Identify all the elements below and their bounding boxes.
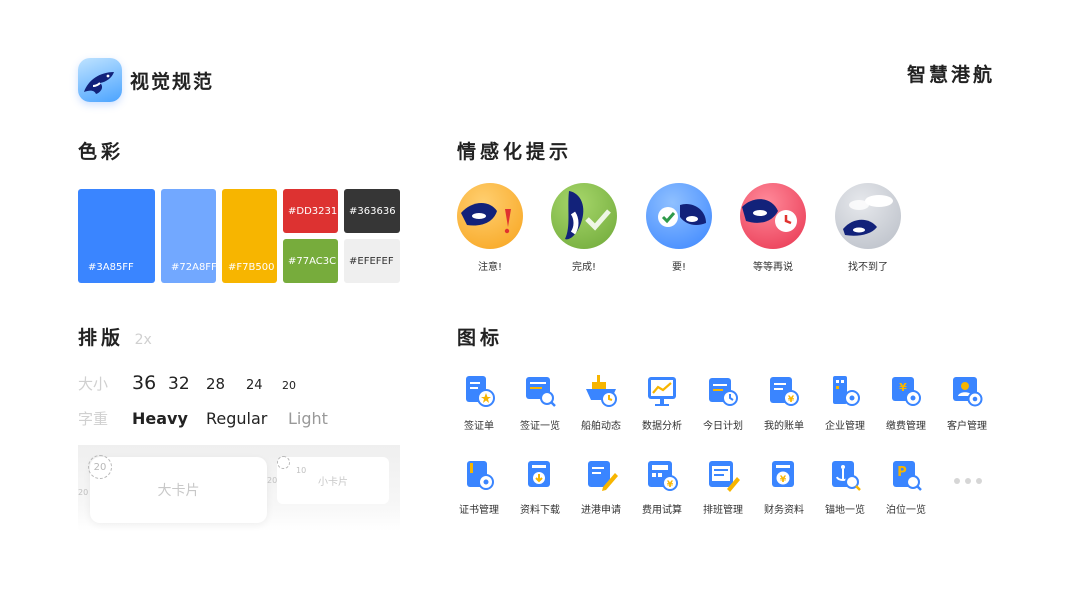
weight-heavy: Heavy — [132, 409, 188, 428]
company-manage-icon — [827, 373, 863, 409]
icon-schedule[interactable]: 排班管理 — [693, 457, 753, 516]
customer-manage-icon — [949, 373, 985, 409]
ship-status-icon — [583, 373, 619, 409]
success-orca-icon — [551, 183, 617, 249]
font-weight-row: 字重 Heavy Regular Light — [78, 408, 328, 429]
icon-visa-list[interactable]: 签证一览 — [510, 373, 570, 432]
color-swatch-primary: #3A85FF — [78, 189, 155, 283]
svg-text:¥: ¥ — [899, 381, 907, 394]
payment-manage-icon: ¥ — [888, 373, 924, 409]
gap-mid-label: 20 — [267, 476, 278, 485]
icon-company-manage[interactable]: 企业管理 — [815, 373, 875, 432]
color-swatch-light-blue: #72A8FF — [161, 189, 217, 283]
weight-light: Light — [288, 409, 328, 428]
small-card-radius: 10 — [296, 466, 307, 475]
today-plan-icon — [705, 373, 741, 409]
color-swatch-green: #77AC3C — [283, 239, 338, 283]
small-card-radius-marker — [277, 456, 290, 469]
icon-port-apply[interactable]: 进港申请 — [571, 457, 631, 516]
icon-download[interactable]: 资料下载 — [510, 457, 570, 516]
berth-icon: P — [888, 457, 924, 493]
icon-certificate-manage[interactable]: 证书管理 — [449, 457, 509, 516]
small-card: 小卡片 — [277, 457, 389, 504]
section-title-typography: 排版 2x — [78, 327, 152, 349]
big-card: 大卡片 — [90, 457, 267, 523]
size-label: 大小 — [78, 375, 109, 393]
card-spec-demo: 20 大卡片 20 20 小卡片 10 — [78, 445, 400, 531]
finance-icon: ¥ — [766, 457, 802, 493]
orca-logo-icon — [78, 58, 122, 102]
svg-text:P: P — [897, 465, 907, 480]
section-title-colors: 色彩 — [78, 141, 125, 163]
svg-text:¥: ¥ — [780, 475, 787, 485]
data-analysis-icon — [644, 373, 680, 409]
size-36: 36 — [132, 372, 157, 394]
icon-data-analysis[interactable]: 数据分析 — [632, 373, 692, 432]
ok-orca-icon — [646, 183, 712, 249]
typography-scale: 2x — [134, 332, 152, 348]
weight-regular: Regular — [206, 409, 268, 428]
clock-orca-icon — [740, 183, 806, 249]
emotion-not-found: 找不到了 — [835, 183, 901, 273]
my-bill-icon: ¥ — [766, 373, 802, 409]
size-24: 24 — [246, 378, 263, 393]
fee-calc-icon: ¥ — [644, 457, 680, 493]
gap-left-label: 20 — [78, 488, 89, 497]
icon-visa-form[interactable]: 签证单 — [449, 373, 509, 432]
visa-list-icon — [522, 373, 558, 409]
icon-today-plan[interactable]: 今日计划 — [693, 373, 753, 432]
weight-label: 字重 — [78, 410, 109, 428]
svg-text:¥: ¥ — [788, 395, 795, 405]
product-name: 智慧港航 — [906, 64, 995, 86]
download-icon — [522, 457, 558, 493]
not-found-orca-icon — [835, 183, 901, 249]
icon-anchorage[interactable]: 锚地一览 — [815, 457, 875, 516]
page-title: 视觉规范 视觉规范 — [130, 70, 215, 129]
size-20: 20 — [282, 379, 296, 392]
svg-text:¥: ¥ — [667, 480, 674, 490]
emotion-success: 完成! — [551, 183, 617, 273]
dot-icon — [954, 478, 960, 484]
icon-my-bill[interactable]: ¥ 我的账单 — [754, 373, 814, 432]
icon-berth[interactable]: P 泊位一览 — [876, 457, 936, 516]
visa-form-icon — [461, 373, 497, 409]
certificate-manage-icon — [461, 457, 497, 493]
icon-finance[interactable]: ¥ 财务资料 — [754, 457, 814, 516]
color-swatch-dark: #363636 — [344, 189, 400, 233]
icon-ship-status[interactable]: 船舶动态 — [571, 373, 631, 432]
emotion-warning: 注意! — [457, 183, 523, 273]
more-icons-indicator[interactable] — [954, 478, 982, 484]
font-size-row: 大小 36 32 28 24 20 — [78, 372, 296, 394]
emotion-ok: 要! — [646, 183, 712, 273]
dot-icon — [976, 478, 982, 484]
icon-fee-calc[interactable]: ¥ 费用试算 — [632, 457, 692, 516]
color-swatch-red: #DD3231 — [283, 189, 338, 233]
color-swatch-yellow: #F7B500 — [222, 189, 277, 283]
color-swatch-light-gray: #EFEFEF — [344, 239, 400, 283]
big-card-radius: 20 — [88, 455, 112, 479]
warning-orca-icon — [457, 183, 523, 249]
emotion-later: 等等再说 — [740, 183, 806, 273]
icon-payment-manage[interactable]: ¥ 缴费管理 — [876, 373, 936, 432]
section-title-icons: 图标 — [457, 327, 504, 349]
section-title-emotional: 情感化提示 — [457, 141, 573, 163]
anchorage-icon — [827, 457, 863, 493]
brand: 视觉规范 视觉规范 — [78, 58, 215, 129]
dot-icon — [965, 478, 971, 484]
icon-customer-manage[interactable]: 客户管理 — [937, 373, 997, 432]
schedule-icon — [705, 457, 741, 493]
size-28: 28 — [206, 375, 226, 393]
size-32: 32 — [168, 374, 190, 394]
port-apply-icon — [583, 457, 619, 493]
